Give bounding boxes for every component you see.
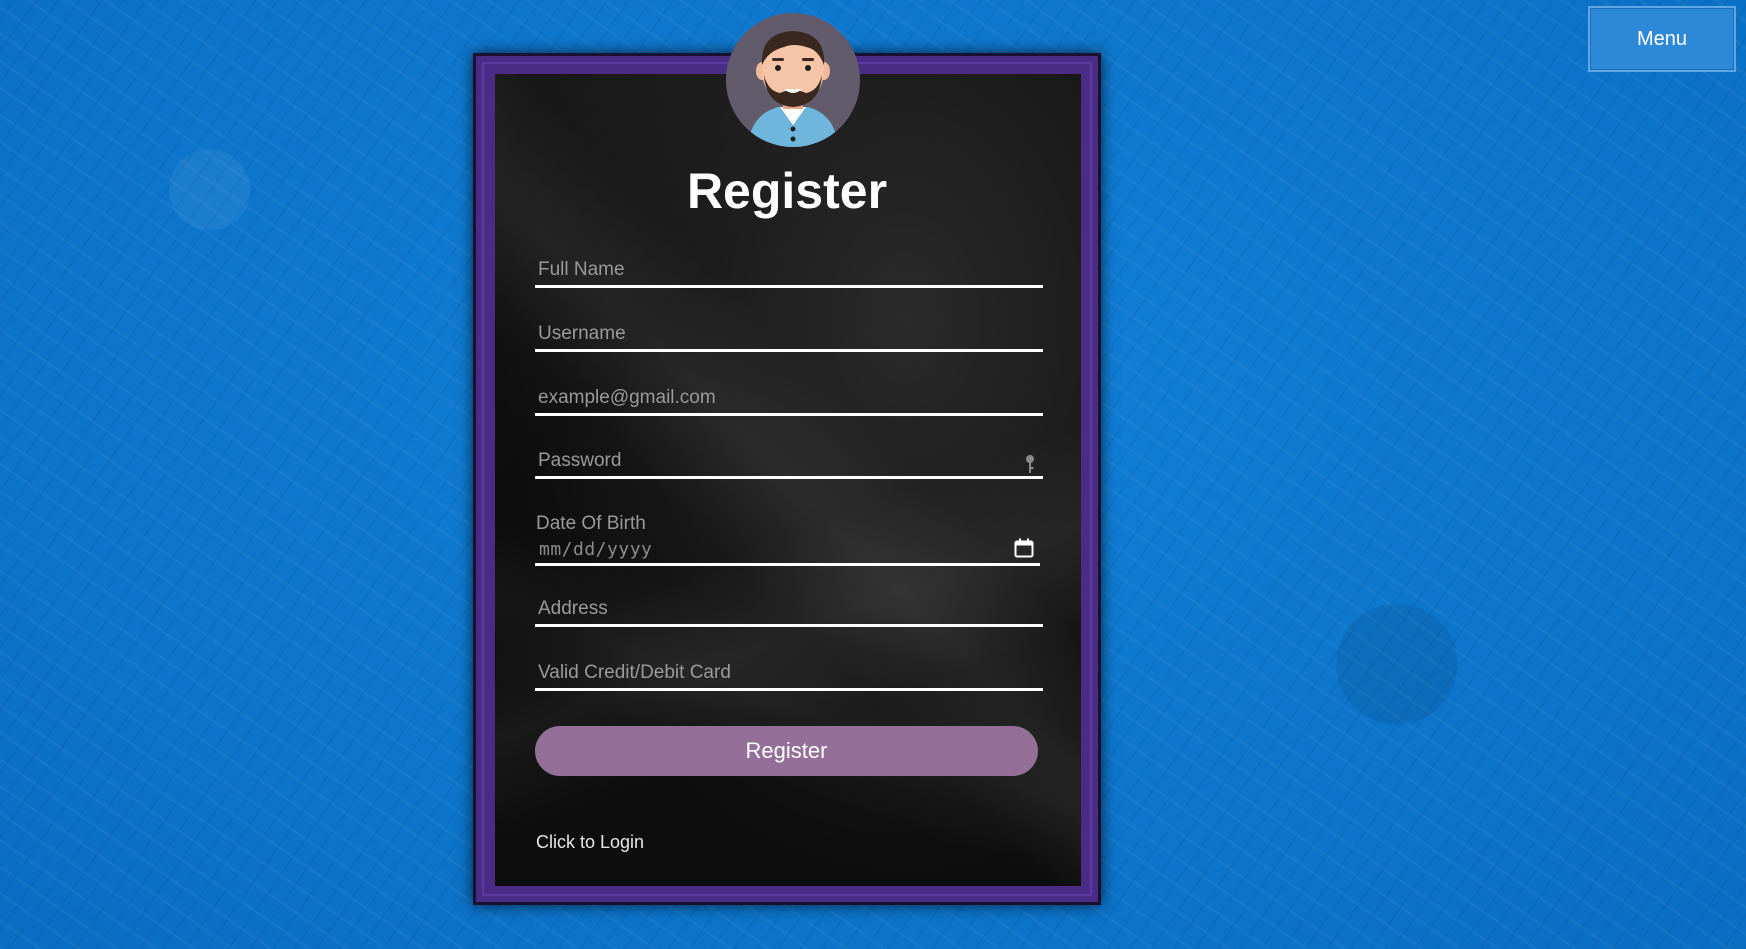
password-input[interactable] — [535, 445, 1043, 476]
user-avatar-icon — [726, 13, 860, 147]
address-input[interactable] — [535, 593, 1043, 624]
email-input[interactable] — [535, 382, 1043, 413]
email-field[interactable] — [535, 382, 1043, 416]
dob-input[interactable]: mm/dd/yyyy — [539, 539, 652, 560]
dob-label: Date Of Birth — [536, 513, 646, 534]
key-icon — [1026, 455, 1034, 473]
username-field[interactable] — [535, 318, 1043, 352]
page-title: Register — [686, 163, 888, 219]
calendar-icon[interactable] — [1014, 538, 1034, 558]
register-button[interactable]: Register — [535, 726, 1038, 776]
full-name-input[interactable] — [535, 254, 1043, 285]
card-input[interactable] — [535, 657, 1043, 688]
address-field[interactable] — [535, 593, 1043, 627]
login-link[interactable]: Click to Login — [536, 832, 644, 853]
dob-field[interactable]: mm/dd/yyyy — [535, 535, 1040, 566]
card-field[interactable] — [535, 657, 1043, 691]
menu-button[interactable]: Menu — [1588, 6, 1736, 72]
username-input[interactable] — [535, 318, 1043, 349]
password-field[interactable] — [535, 445, 1043, 479]
full-name-field[interactable] — [535, 254, 1043, 288]
